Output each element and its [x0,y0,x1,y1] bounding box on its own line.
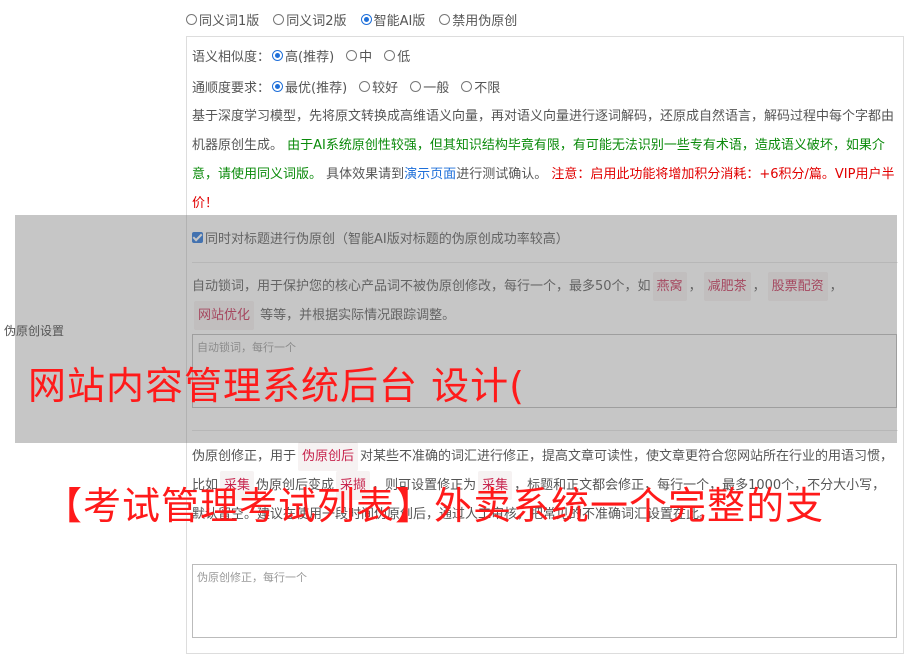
version-option-synonym2[interactable]: 同义词2版 [273,10,347,29]
ai-desc-text: 进行测试确认。 [456,167,548,182]
pseudo-original-settings-label: 伪原创设置 [4,324,65,338]
similarity-row: 语义相似度： 高(推荐) 中 低 [192,46,410,65]
fluency-unlimited[interactable]: 不限 [461,77,500,96]
fluency-label: 通顺度要求： [192,81,271,96]
similarity-label: 语义相似度： [192,50,271,65]
radio-fluency-good[interactable] [359,81,371,92]
version-option-ai[interactable]: 智能AI版 [360,10,426,29]
version-option-label: 禁用伪原创 [452,14,518,29]
version-radio-group: 同义词1版 同义词2版 智能AI版 禁用伪原创 [186,10,517,29]
ai-description: 基于深度学习模型，先将原文转换成高维语义向量，再对语义向量进行逐词解码，还原成自… [192,102,898,218]
example-tag: 伪原创后 [298,442,359,471]
radio-synonym1[interactable] [186,14,197,25]
fluency-option-label: 一般 [423,81,450,96]
radio-similarity-medium[interactable] [346,50,358,61]
correction-text: 伪原创修正，用于 [192,449,297,464]
similarity-option-label: 中 [359,50,373,65]
similarity-option-label: 低 [397,50,411,65]
similarity-high[interactable]: 高(推荐) [272,46,334,65]
version-option-label: 同义词2版 [286,14,347,29]
fluency-option-label: 较好 [372,81,399,96]
demo-page-link[interactable]: 演示页面 [404,167,456,182]
version-option-label: 同义词1版 [199,14,260,29]
similarity-low[interactable]: 低 [384,46,410,65]
similarity-option-label: 高(推荐) [285,50,335,65]
fluency-option-label: 不限 [474,81,501,96]
watermark-text-2: 【考试管理考试列表】外卖系统一个完整的支 [44,484,825,528]
radio-fluency-unlimited[interactable] [461,81,473,92]
radio-ai[interactable] [360,14,372,25]
fluency-option-label: 最优(推荐) [285,81,348,96]
fluency-normal[interactable]: 一般 [410,77,449,96]
version-option-disable[interactable]: 禁用伪原创 [439,10,517,29]
fluency-row: 通顺度要求： 最优(推荐) 较好 一般 不限 [192,77,500,96]
correction-placeholder: 伪原创修正，每行一个 [197,571,307,584]
similarity-medium[interactable]: 中 [346,46,372,65]
watermark-text-1: 网站内容管理系统后台 设计( [28,364,525,408]
radio-synonym2[interactable] [273,14,285,25]
fluency-good[interactable]: 较好 [359,77,398,96]
radio-similarity-low[interactable] [384,50,396,61]
radio-disable[interactable] [439,14,451,25]
radio-similarity-high[interactable] [272,50,284,61]
correction-textarea[interactable]: 伪原创修正，每行一个 [192,564,897,638]
ai-desc-text: 具体效果请到 [326,167,405,182]
version-option-synonym1[interactable]: 同义词1版 [186,10,259,29]
radio-fluency-best[interactable] [272,81,284,92]
radio-fluency-normal[interactable] [410,81,422,92]
fluency-best[interactable]: 最优(推荐) [272,77,347,96]
version-option-label: 智能AI版 [373,14,426,29]
